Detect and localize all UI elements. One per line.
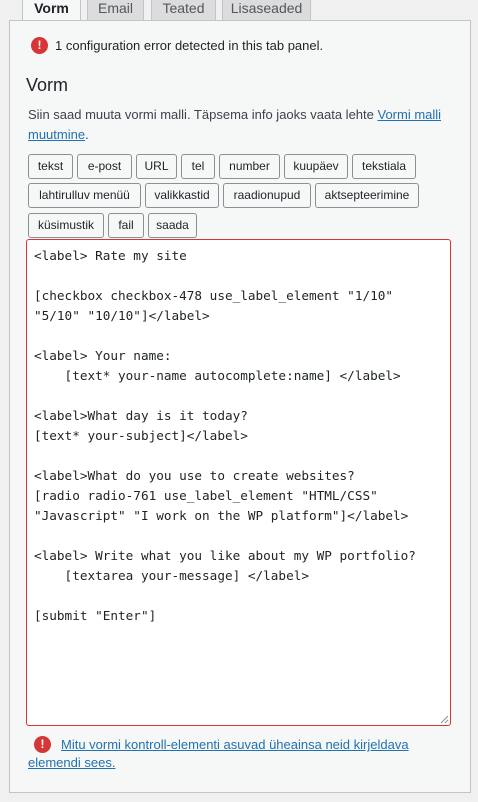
tag-button-radio[interactable]: raadionupud: [223, 183, 311, 208]
code-line: [text* your-name autocomplete:name] </la…: [34, 368, 401, 383]
code-line: <label>What do you use to create website…: [34, 468, 355, 483]
tab-teated[interactable]: Teated: [151, 0, 216, 20]
code-line: [textarea your-message] </label>: [34, 568, 309, 583]
tab-vorm[interactable]: Vorm: [22, 0, 81, 22]
tag-button-acceptance[interactable]: aktsepteerimine: [315, 183, 419, 208]
tag-button-quiz[interactable]: küsimustik: [28, 213, 104, 238]
form-template-editor[interactable]: <label> Rate my site [checkbox checkbox-…: [26, 239, 451, 726]
tag-button-url[interactable]: URL: [136, 154, 177, 179]
error-notice-text: 1 configuration error detected in this t…: [55, 38, 324, 53]
tag-button-tel[interactable]: tel: [181, 154, 215, 179]
tag-button-number[interactable]: number: [219, 154, 280, 179]
tab-bar: Vorm Email Teated Lisaseaded: [0, 0, 478, 22]
error-field-link[interactable]: Mitu vormi kontroll-elementi asuvad ühea…: [28, 736, 448, 772]
tag-button-text[interactable]: tekst: [28, 154, 73, 179]
form-heading: Vorm: [26, 75, 69, 95]
tab-lisaseaded[interactable]: Lisaseaded: [222, 0, 311, 20]
code-line: <label> Your name:: [34, 348, 172, 363]
tag-button-date[interactable]: kuupäev: [284, 154, 348, 179]
form-description: Siin saad muuta vormi malli. Täpsema inf…: [28, 105, 448, 145]
code-line: <label> Write what you like about my WP …: [34, 548, 416, 563]
tag-button-file[interactable]: fail: [108, 213, 144, 238]
tag-button-checkboxes[interactable]: valikkastid: [145, 183, 219, 208]
code-line: [text* your-subject]</label>: [34, 428, 248, 443]
description-text: Siin saad muuta vormi malli. Täpsema inf…: [28, 107, 374, 122]
code-line: [submit "Enter"]: [34, 608, 157, 623]
code-line: <label> Rate my site: [34, 248, 187, 263]
tag-button-textarea[interactable]: tekstiala: [352, 154, 416, 179]
code-line: "Javascript" "I work on the WP platform"…: [34, 508, 409, 523]
tag-button-email[interactable]: e-post: [77, 154, 132, 179]
code-line: [checkbox checkbox-478 use_label_element…: [34, 288, 394, 303]
error-icon: !: [31, 37, 48, 54]
tag-button-dropdown[interactable]: lahtirulluv menüü: [28, 183, 141, 208]
tab-email[interactable]: Email: [87, 0, 144, 20]
description-end: .: [85, 127, 89, 142]
code-line: <label>What day is it today?: [34, 408, 248, 423]
resize-handle-icon[interactable]: [439, 714, 449, 724]
code-line: [radio radio-761 use_label_element "HTML…: [34, 488, 378, 503]
code-line: "5/10" "10/10"]</label>: [34, 308, 210, 323]
tag-button-submit[interactable]: saada: [148, 213, 197, 238]
